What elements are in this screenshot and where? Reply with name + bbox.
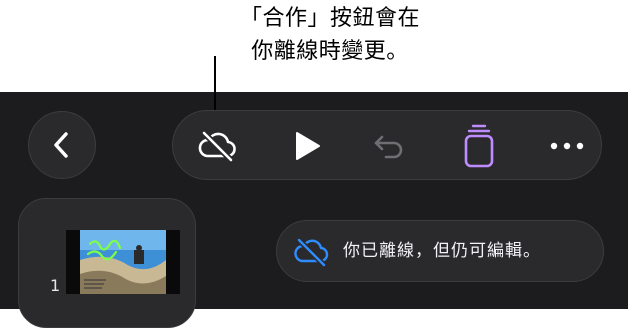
- callout-line-2: 你離線時變更。: [251, 39, 409, 64]
- slide-preview-image: [66, 230, 180, 294]
- callout-annotation: 「合作」按鈕會在 你離線時變更。: [0, 0, 628, 92]
- back-button[interactable]: [28, 111, 96, 179]
- slides-button[interactable]: [449, 111, 509, 181]
- stacked-slides-icon: [464, 124, 494, 168]
- play-icon: [296, 132, 320, 160]
- collaborate-button[interactable]: [187, 111, 247, 181]
- ellipsis-icon: [550, 142, 584, 150]
- offline-banner: 你已離線，但仍可編輯。: [276, 220, 604, 282]
- offline-message: 你已離線，但仍可編輯。: [343, 241, 541, 261]
- chevron-left-icon: [54, 132, 68, 158]
- cloud-slash-icon: [294, 238, 329, 267]
- undo-button[interactable]: [359, 111, 419, 181]
- play-button[interactable]: [277, 111, 337, 181]
- toolbar: [172, 110, 602, 180]
- slide-number: 1: [50, 276, 61, 295]
- callout-line-1: 「合作」按鈕會在: [239, 6, 420, 31]
- callout-text: 「合作」按鈕會在 你離線時變更。: [190, 2, 470, 68]
- cloud-slash-icon: [198, 130, 236, 163]
- slide-thumbnail[interactable]: [66, 230, 180, 294]
- undo-icon: [374, 135, 403, 159]
- more-button[interactable]: [537, 111, 597, 181]
